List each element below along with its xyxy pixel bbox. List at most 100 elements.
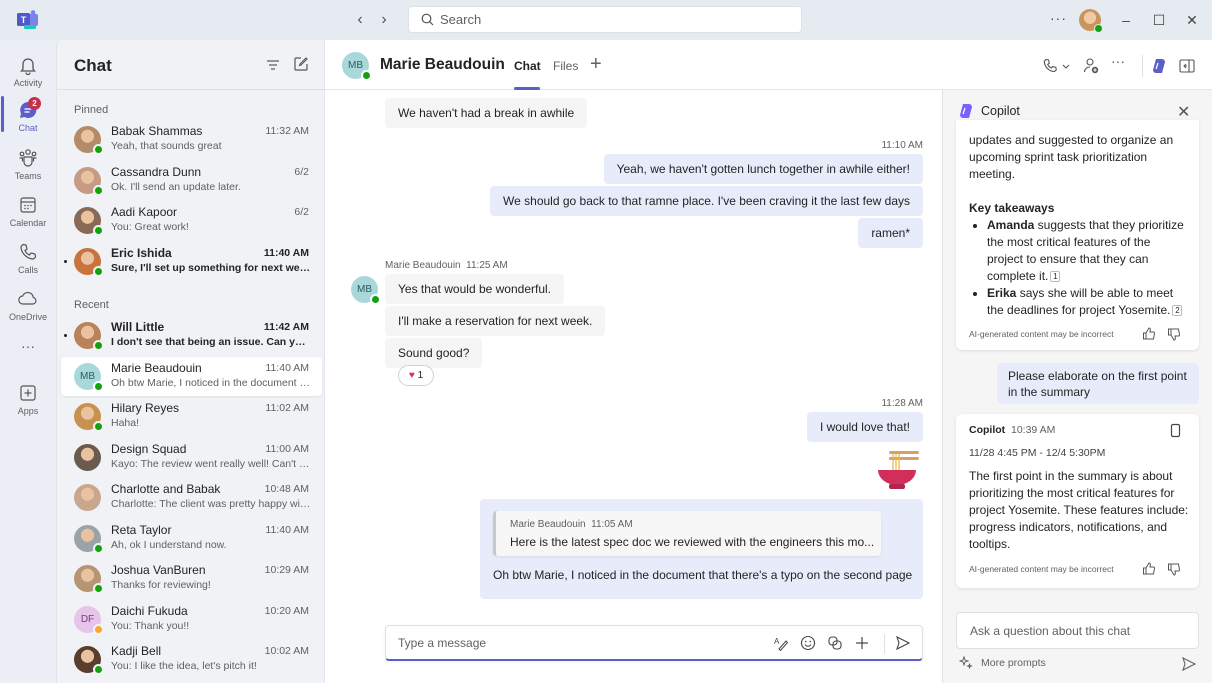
app-rail: Activity 2 Chat Teams Calendar Calls One… [0,40,56,683]
copilot-summary-card: updates and suggested to organize an upc… [956,120,1199,350]
chat-list-item[interactable]: Joshua VanBuren 10:29 AM Thanks for review… [61,559,322,598]
recent-section-label: Recent [74,299,109,311]
reply-message-bubble: Marie Beaudouin 11:05 AM Here is the lat… [480,499,923,599]
send-icon[interactable] [1181,656,1197,672]
message-preview: I don't see that being an issue. Can you… [111,336,311,348]
chat-time: 11:00 AM [265,442,309,455]
rail-item-calls[interactable]: Calls [0,237,56,283]
rail-item-teams[interactable]: Teams [0,143,56,189]
rail-item-onedrive[interactable]: OneDrive [0,284,56,330]
phone-icon[interactable] [1041,57,1059,75]
copilot-title: Copilot [981,104,1020,118]
chat-list-item[interactable]: Cassandra Dunn 6/2 Ok. I'll send an update… [61,161,322,200]
sparkle-icon [959,656,973,670]
avatar [74,126,104,155]
message-preview: You: Great work! [111,221,189,233]
heart-reaction[interactable]: ♥ 1 [398,365,434,386]
search-icon [421,13,434,26]
contact-avatar[interactable]: MB [342,52,372,81]
copilot-input-box [956,612,1199,649]
chat-list-item[interactable]: Aadi Kapoor 6/2 You: Great work! [61,201,322,240]
emoji-icon[interactable] [800,635,816,651]
loop-icon[interactable] [827,635,843,651]
avatar [74,247,104,277]
svg-text:A: A [774,637,780,646]
copilot-icon[interactable] [1150,57,1168,75]
chevron-down-icon[interactable] [1060,57,1072,75]
citation-badge[interactable]: 1 [1050,271,1061,282]
rail-item-chat[interactable]: 2 Chat [0,95,56,141]
rail-item-apps[interactable]: Apps [0,378,56,424]
thumbs-down-icon[interactable] [1167,327,1181,341]
message-composer: A [385,625,923,661]
teams-icon [19,149,37,167]
message-preview: You: Thank you!! [111,619,190,632]
add-people-icon[interactable] [1082,57,1100,75]
contact-name: Hilary Reyes [111,401,180,415]
copy-icon[interactable] [1169,423,1182,438]
more-options-button[interactable]: ··· [1111,53,1131,71]
chat-list-item[interactable]: MB Marie Beaudouin 11:40 AM Oh btw Marie, I… [61,356,322,396]
copilot-question-input[interactable] [957,613,1198,648]
profile-avatar[interactable] [1079,9,1103,33]
contact-name: Eric Ishida [111,245,172,260]
contact-name: Kadji Bell [111,644,162,658]
chat-list-item[interactable]: Kadji Bell 10:02 AM You: I like the idea, … [61,640,322,679]
message-bubble: ramen* [858,218,923,248]
chat-list-item[interactable]: Eric Ishida 11:40 AM Sure, I'll set up som… [61,242,322,281]
new-chat-icon[interactable] [293,56,309,72]
avatar [74,166,104,196]
close-icon[interactable]: ✕ [1177,102,1190,122]
thumbs-up-icon[interactable] [1142,562,1156,576]
rail-item-activity[interactable]: Activity [0,50,56,96]
add-tab-button[interactable]: + [590,53,602,76]
back-button[interactable]: ‹ [350,10,370,30]
contact-name: Charlotte and Babak [111,482,221,496]
format-icon[interactable]: A [773,635,789,651]
thumbs-up-icon[interactable] [1142,327,1156,341]
chat-list-item[interactable]: Babak Shammas 11:32 AM Yeah, that sounds g… [61,120,322,159]
presence-available-icon [93,340,104,351]
tab-chat[interactable]: Chat [514,59,541,73]
teams-logo-icon: T [17,10,38,29]
takeaway-item: Erika says she will be able to meet the … [987,285,1189,319]
send-icon[interactable] [895,635,911,651]
copilot-logo-icon [960,104,972,118]
chat-list-item[interactable]: Will Little 11:42 AM I don't see that bein… [61,316,322,355]
tab-files[interactable]: Files [553,59,578,73]
summary-intro: updates and suggested to organize an upc… [969,133,1174,181]
message-preview: You: I like the idea, let's pitch it! [111,660,257,672]
chat-time: 11:40 AM [263,246,309,259]
search-input[interactable]: Search [408,6,802,33]
chat-list-item[interactable]: Design Squad 11:00 AM Kayo: The review wen… [61,438,322,477]
presence-available-icon [93,265,104,277]
sender-avatar[interactable]: MB [351,276,381,305]
settings-more-button[interactable]: ··· [1050,10,1067,26]
close-window-button[interactable]: ✕ [1182,10,1202,30]
quoted-message[interactable]: Marie Beaudouin 11:05 AM Here is the lat… [493,511,881,556]
more-prompts-button[interactable]: More prompts [959,656,1046,670]
side-panel-icon[interactable] [1178,57,1196,75]
presence-available-icon [93,225,104,236]
forward-button[interactable]: › [374,10,394,30]
rail-item-calendar[interactable]: Calendar [0,190,56,236]
contact-name: Design Squad [111,441,187,456]
contact-name: Will Little [111,320,165,334]
chat-list-item[interactable]: Hilary Reyes 11:02 AM Haha! [61,397,322,436]
thumbs-down-icon[interactable] [1167,562,1181,576]
avatar [74,443,101,471]
takeaways-list: Amanda suggests that they prioritize the… [974,217,1189,319]
minimize-button[interactable]: – [1116,10,1136,30]
message-bubble: I would love that! [806,412,923,442]
message-input[interactable] [386,626,756,659]
citation-badge[interactable]: 2 [1172,305,1183,316]
chat-list-item[interactable]: DF Daichi Fukuda 10:20 AM You: Thank you!! [61,600,322,639]
attach-plus-icon[interactable] [854,635,870,651]
chat-list-item[interactable]: Charlotte and Babak 10:48 AM Charlotte: Th… [61,478,322,517]
response-date-range: 11/28 4:45 PM - 12/4 5:30PM [969,447,1106,459]
maximize-button[interactable]: ☐ [1149,10,1169,30]
chat-list-item[interactable]: Reta Taylor 11:40 AM Ah, ok I understand n… [61,519,322,558]
presence-available-icon [1094,24,1103,33]
filter-icon[interactable] [265,57,281,73]
key-takeaways-title: Key takeaways [969,201,1055,215]
